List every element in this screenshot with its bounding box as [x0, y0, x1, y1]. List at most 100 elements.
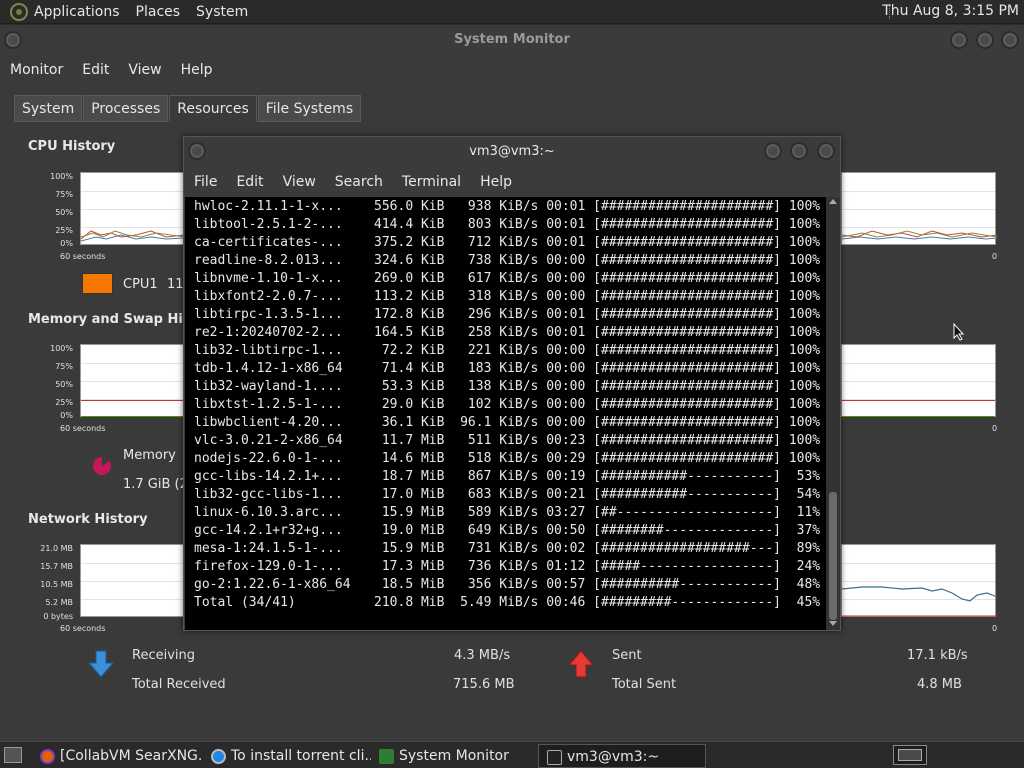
terminal-line: lib32-wayland-1.... 53.3 KiB 138 KiB/s 0… [194, 379, 821, 394]
memory-pie-icon[interactable] [91, 455, 113, 477]
sysmon-title: System Monitor [454, 32, 570, 47]
total-received-label: Total Received [132, 677, 226, 692]
firefox-icon [40, 749, 55, 764]
cpu-graph-right [841, 172, 997, 245]
receiving-label: Receiving [132, 648, 196, 663]
terminal-menu-terminal[interactable]: Terminal [402, 174, 461, 190]
net-ytick: 21.0 MB [40, 544, 73, 553]
top-panel: Applications Places System Thu Aug 8, 3:… [0, 0, 1024, 24]
scroll-down-icon[interactable] [829, 621, 837, 626]
cpu-ytick: 75% [55, 190, 73, 199]
mem-ytick: 75% [55, 362, 73, 371]
distro-logo-icon[interactable] [10, 2, 28, 21]
terminal-window-menu-button[interactable] [188, 142, 206, 160]
terminal-line: firefox-129.0-1-... 17.3 MiB 736 KiB/s 0… [194, 559, 821, 574]
menu-edit[interactable]: Edit [82, 62, 109, 78]
receiving-value: 4.3 MB/s [454, 648, 511, 663]
mem-xlabel: 60 seconds [60, 424, 106, 433]
terminal-line: vlc-3.0.21-2-x86_64 11.7 MiB 511 KiB/s 0… [194, 433, 821, 448]
mem-ytick: 50% [55, 380, 73, 389]
terminal-line: Total (34/41) 210.8 MiB 5.49 MiB/s 00:46… [194, 595, 821, 610]
show-desktop-icon[interactable] [4, 747, 22, 763]
tab-file-systems[interactable]: File Systems [257, 95, 362, 122]
terminal-minimize-button[interactable] [764, 142, 782, 160]
sent-label: Sent [612, 648, 642, 663]
close-button[interactable] [1001, 31, 1019, 49]
taskbar-item-searxng[interactable]: [CollabVM SearXNG... [32, 744, 202, 768]
total-sent-value: 4.8 MB [917, 677, 962, 692]
total-received-value: 715.6 MB [453, 677, 515, 692]
terminal-menu-help[interactable]: Help [480, 174, 512, 190]
sysmon-menubar: Monitor Edit View Help [0, 55, 1024, 85]
scrollbar-thumb[interactable] [829, 492, 837, 620]
terminal-menu-search[interactable]: Search [335, 174, 383, 190]
menu-help[interactable]: Help [181, 62, 213, 78]
sent-value: 17.1 kB/s [907, 648, 968, 663]
cpu-xlabel-end: 0 [992, 252, 998, 261]
menu-view[interactable]: View [128, 62, 161, 78]
tab-resources[interactable]: Resources [169, 95, 257, 122]
network-graph-right [841, 544, 997, 617]
terminal-menu-file[interactable]: File [194, 174, 217, 190]
clock[interactable]: Thu Aug 8, 3:15 PM [882, 3, 1019, 19]
terminal-line: tdb-1.4.12-1-x86_64 71.4 KiB 183 KiB/s 0… [194, 361, 821, 376]
terminal-line: libxfont2-2.0.7-... 113.2 KiB 318 KiB/s … [194, 289, 821, 304]
terminal-line: gcc-14.2.1+r32+g... 19.0 MiB 649 KiB/s 0… [194, 523, 821, 538]
scroll-up-icon[interactable] [829, 199, 837, 204]
terminal-menu-edit[interactable]: Edit [236, 174, 263, 190]
terminal-line: go-2:1.22.6-1-x86_64 18.5 MiB 356 KiB/s … [194, 577, 821, 592]
mem-xlabel-end: 0 [992, 424, 998, 433]
net-xlabel-end: 0 [992, 624, 998, 633]
terminal-icon [547, 750, 562, 765]
mouse-pointer-icon [953, 323, 965, 341]
terminal-maximize-button[interactable] [790, 142, 808, 160]
maximize-button[interactable] [976, 31, 994, 49]
net-ytick: 15.7 MB [40, 562, 73, 571]
workspace-1[interactable] [898, 749, 922, 761]
terminal-menu-view[interactable]: View [283, 174, 316, 190]
receiving-arrow-icon[interactable] [88, 650, 114, 678]
taskbar-item-torrent[interactable]: To install torrent cli... [203, 744, 371, 768]
terminal-close-button[interactable] [817, 142, 835, 160]
terminal-menubar: File Edit View Search Terminal Help [184, 167, 840, 197]
chromium-icon [211, 749, 226, 764]
sysmon-titlebar[interactable]: System Monitor [0, 25, 1024, 55]
terminal-line: libxtst-1.2.5-1-... 29.0 KiB 102 KiB/s 0… [194, 397, 821, 412]
terminal-line: libnvme-1.10-1-x... 269.0 KiB 617 KiB/s … [194, 271, 821, 286]
minimize-button[interactable] [950, 31, 968, 49]
terminal-output[interactable]: hwloc-2.11.1-1-x... 556.0 KiB 938 KiB/s … [185, 197, 826, 630]
cpu-history-title: CPU History [28, 139, 116, 154]
cpu-ytick: 0% [60, 239, 73, 248]
terminal-titlebar[interactable]: vm3@vm3:~ [184, 137, 840, 167]
memory-graph-left [80, 344, 184, 417]
network-history-title: Network History [28, 512, 148, 527]
tab-system[interactable]: System [14, 95, 83, 122]
window-menu-button[interactable] [4, 31, 22, 49]
terminal-scrollbar[interactable] [826, 197, 840, 630]
memory-graph-right [841, 344, 996, 417]
terminal-line: re2-1:20240702-2... 164.5 KiB 258 KiB/s … [194, 325, 821, 340]
terminal-line: readline-8.2.013... 324.6 KiB 738 KiB/s … [194, 253, 821, 268]
cpu-graph-left [80, 172, 185, 245]
terminal-line: libtool-2.5.1-2-... 414.4 KiB 803 KiB/s … [194, 217, 821, 232]
menu-places[interactable]: Places [136, 4, 181, 20]
taskbar-item-system-monitor[interactable]: System Monitor [371, 744, 536, 768]
menu-applications[interactable]: Applications [34, 4, 120, 20]
terminal-line: gcc-libs-14.2.1+... 18.7 MiB 867 KiB/s 0… [194, 469, 821, 484]
mem-ytick: 25% [55, 398, 73, 407]
terminal-line: nodejs-22.6.0-1-... 14.6 MiB 518 KiB/s 0… [194, 451, 821, 466]
memory-label: Memory [123, 448, 176, 463]
terminal-line: lib32-gcc-libs-1... 17.0 MiB 683 KiB/s 0… [194, 487, 821, 502]
cpu1-color-swatch[interactable] [82, 273, 113, 294]
terminal-line: libtirpc-1.3.5-1... 172.8 KiB 296 KiB/s … [194, 307, 821, 322]
workspace-switcher[interactable] [893, 745, 927, 765]
terminal-line: linux-6.10.3.arc... 15.9 MiB 589 KiB/s 0… [194, 505, 821, 520]
tab-processes[interactable]: Processes [83, 95, 169, 122]
total-sent-label: Total Sent [612, 677, 677, 692]
sent-arrow-icon[interactable] [568, 650, 594, 678]
taskbar-item-terminal[interactable]: vm3@vm3:~ [538, 744, 706, 768]
cpu1-legend-label: CPU1 [123, 277, 158, 292]
menu-system[interactable]: System [196, 4, 248, 20]
menu-monitor[interactable]: Monitor [10, 62, 63, 78]
taskbar: [CollabVM SearXNG... To install torrent … [0, 741, 1024, 768]
